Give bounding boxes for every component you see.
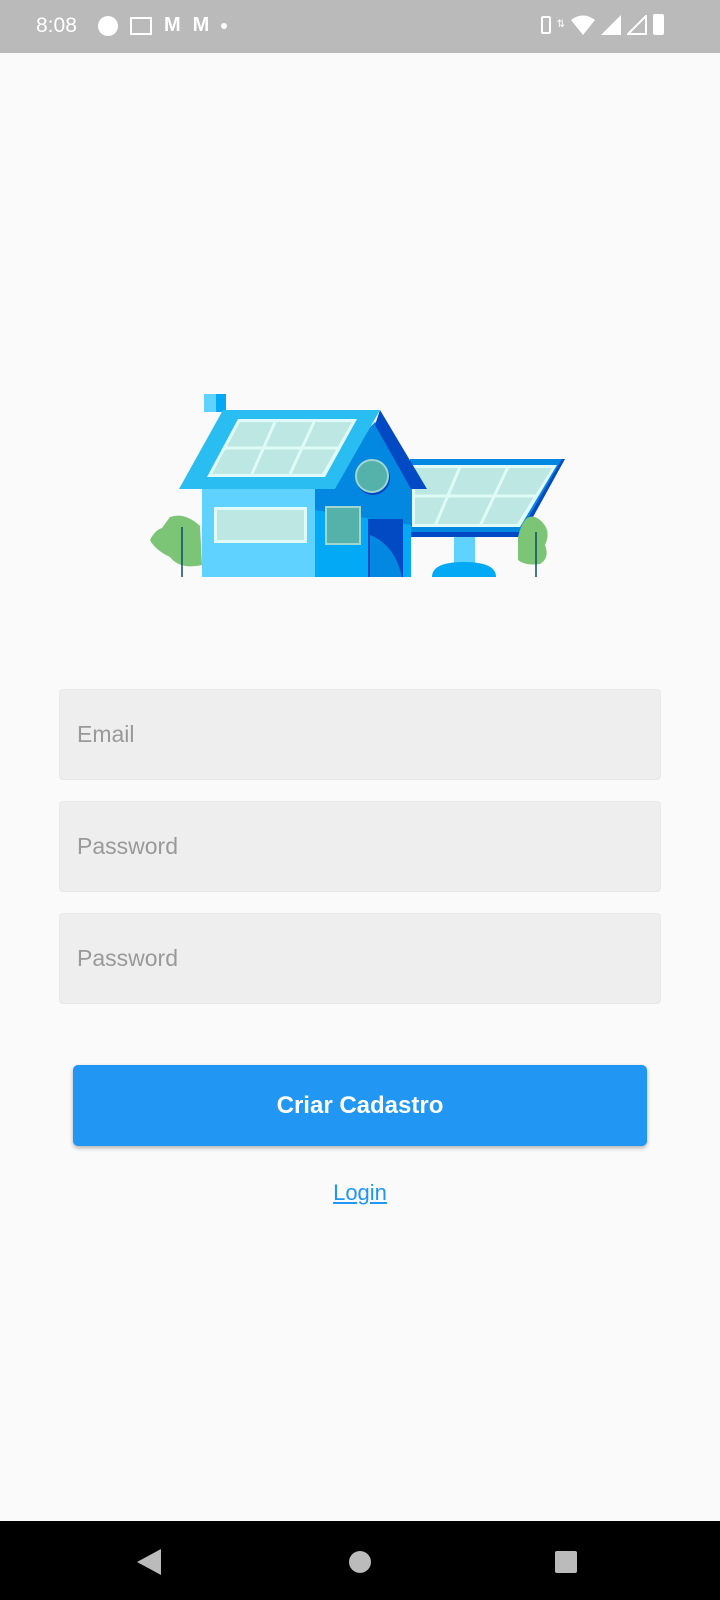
recents-icon[interactable] — [555, 1551, 577, 1573]
status-time: 8:08 — [36, 14, 77, 37]
solar-house-illustration — [150, 394, 565, 577]
vibrate-icon — [540, 15, 551, 34]
confirm-password-field[interactable] — [59, 913, 661, 1004]
signal-off-icon — [627, 14, 647, 35]
data-icon: ⇅ — [556, 19, 565, 30]
face-icon — [98, 15, 118, 36]
photo-icon — [130, 16, 152, 35]
signal-icon — [601, 14, 621, 35]
battery-icon — [653, 14, 664, 35]
home-icon[interactable] — [349, 1551, 371, 1573]
email-input[interactable] — [60, 690, 660, 779]
dot-icon — [221, 22, 228, 29]
back-icon[interactable] — [137, 1549, 161, 1575]
password-input[interactable] — [60, 802, 660, 891]
wifi-icon — [571, 15, 595, 35]
email-field[interactable] — [59, 689, 661, 780]
status-bar: 8:08 M M ⇅ — [0, 0, 720, 53]
create-account-button[interactable]: Criar Cadastro — [73, 1065, 647, 1146]
password-field[interactable] — [59, 801, 661, 892]
gmail-icon: M — [164, 14, 181, 36]
confirm-password-input[interactable] — [60, 914, 660, 1003]
login-link[interactable]: Login — [333, 1180, 387, 1205]
gmail-icon: M — [192, 14, 210, 36]
navigation-bar — [0, 1521, 720, 1600]
